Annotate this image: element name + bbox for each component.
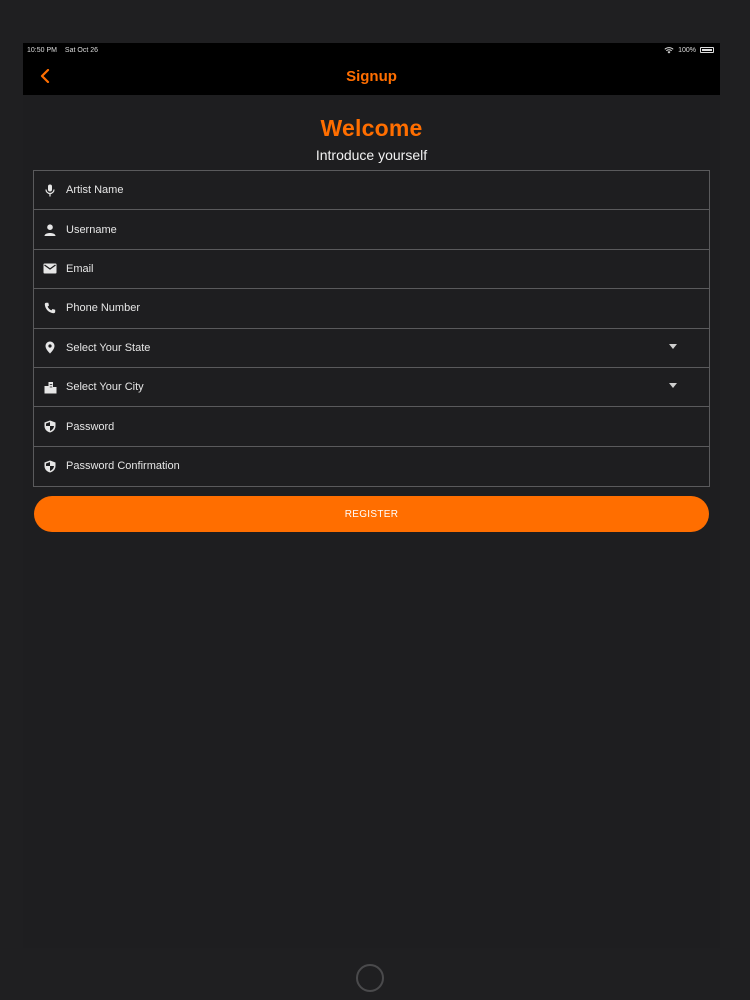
welcome-heading: Welcome	[320, 115, 423, 141]
chevron-left-icon	[40, 69, 50, 83]
state-select-placeholder: Select Your State	[66, 341, 151, 354]
username-field[interactable]: Username	[34, 210, 709, 250]
city-select[interactable]: Select Your City	[34, 368, 709, 408]
phone-number-field[interactable]: Phone Number	[34, 289, 709, 329]
status-time: 10:50 PM	[27, 46, 57, 54]
navigation-bar: Signup	[23, 57, 720, 95]
status-left: 10:50 PM Sat Oct 26	[27, 47, 104, 54]
device-frame: 10:50 PM Sat Oct 26 100% Signup Welcome …	[0, 0, 750, 1000]
shield-icon	[43, 459, 57, 473]
home-button[interactable]	[356, 964, 384, 992]
status-date: Sat Oct 26	[64, 46, 98, 54]
person-icon	[43, 223, 57, 237]
nav-title: Signup	[346, 67, 397, 85]
status-bar: 10:50 PM Sat Oct 26 100%	[23, 43, 720, 57]
wifi-icon	[664, 46, 674, 53]
mail-icon	[43, 262, 57, 276]
email-placeholder: Email	[66, 262, 94, 275]
location-pin-icon	[43, 341, 57, 355]
dropdown-arrow-icon	[669, 343, 677, 349]
artist-name-field[interactable]: Artist Name	[34, 171, 709, 211]
register-button-label: REGISTER	[344, 508, 399, 520]
password-placeholder: Password	[66, 420, 115, 433]
microphone-icon	[43, 183, 57, 197]
battery-percent: 100%	[678, 46, 696, 54]
signup-form: Artist Name Username Email Phone Number …	[33, 170, 710, 488]
dropdown-arrow-icon	[669, 382, 677, 388]
signup-content: Welcome Introduce yourself Artist Name U…	[23, 95, 720, 532]
status-right: 100%	[664, 47, 714, 54]
phone-number-placeholder: Phone Number	[66, 302, 140, 315]
state-select[interactable]: Select Your State	[34, 329, 709, 368]
app-screen: 10:50 PM Sat Oct 26 100% Signup Welcome …	[23, 43, 720, 948]
city-select-placeholder: Select Your City	[66, 381, 144, 394]
battery-icon	[700, 47, 714, 53]
password-field[interactable]: Password	[34, 407, 709, 447]
shield-icon	[43, 420, 57, 434]
city-icon	[43, 380, 57, 394]
artist-name-placeholder: Artist Name	[66, 184, 124, 197]
back-button[interactable]	[35, 65, 55, 87]
register-button[interactable]: REGISTER	[34, 496, 709, 532]
password-confirmation-field[interactable]: Password Confirmation	[34, 447, 709, 486]
email-field[interactable]: Email	[34, 250, 709, 290]
username-placeholder: Username	[66, 223, 117, 236]
welcome-subtitle: Introduce yourself	[315, 147, 428, 163]
password-confirmation-placeholder: Password Confirmation	[66, 460, 180, 473]
phone-icon	[43, 301, 57, 315]
